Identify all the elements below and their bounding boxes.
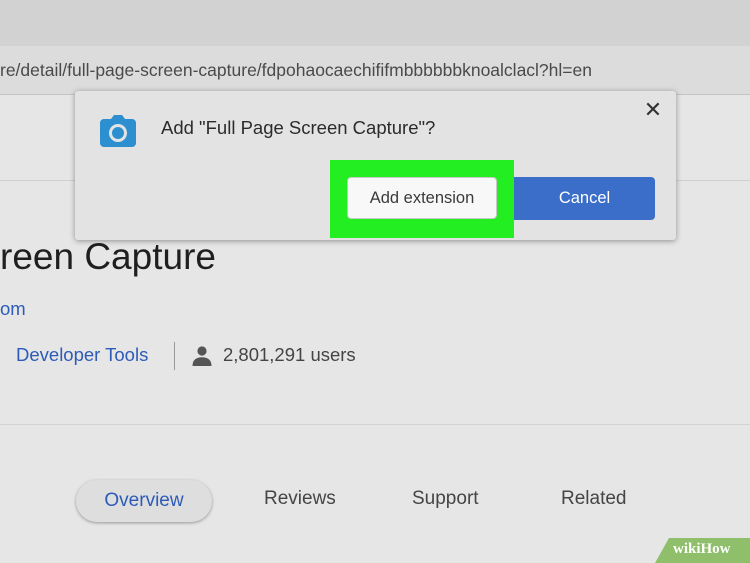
dialog-message: Add "Full Page Screen Capture"? bbox=[161, 117, 436, 138]
tab-related[interactable]: Related bbox=[561, 488, 627, 510]
add-extension-button[interactable]: Add extension bbox=[347, 177, 497, 219]
browser-tab-strip bbox=[0, 0, 750, 46]
wikihow-watermark: wikiHow bbox=[655, 538, 750, 563]
cancel-button[interactable]: Cancel bbox=[514, 177, 655, 220]
user-icon bbox=[192, 346, 212, 366]
category-link[interactable]: Developer Tools bbox=[16, 344, 148, 366]
section-divider bbox=[0, 424, 750, 425]
developer-site-link[interactable]: om bbox=[0, 298, 26, 320]
meta-divider bbox=[174, 342, 175, 370]
extension-title: reen Capture bbox=[0, 236, 216, 277]
add-extension-dialog: Add "Full Page Screen Capture"? ✕ Add ex… bbox=[75, 91, 676, 240]
tab-overview[interactable]: Overview bbox=[76, 480, 212, 522]
tab-reviews[interactable]: Reviews bbox=[264, 488, 336, 510]
tab-support[interactable]: Support bbox=[412, 488, 479, 510]
close-icon[interactable]: ✕ bbox=[641, 98, 665, 122]
address-bar[interactable]: re/detail/full-page-screen-capture/fdpoh… bbox=[0, 46, 750, 95]
camera-icon bbox=[100, 115, 136, 147]
user-count: 2,801,291 users bbox=[223, 344, 356, 365]
url-text[interactable]: re/detail/full-page-screen-capture/fdpoh… bbox=[0, 60, 592, 81]
wikihow-logo-text: wikiHow bbox=[673, 541, 731, 557]
